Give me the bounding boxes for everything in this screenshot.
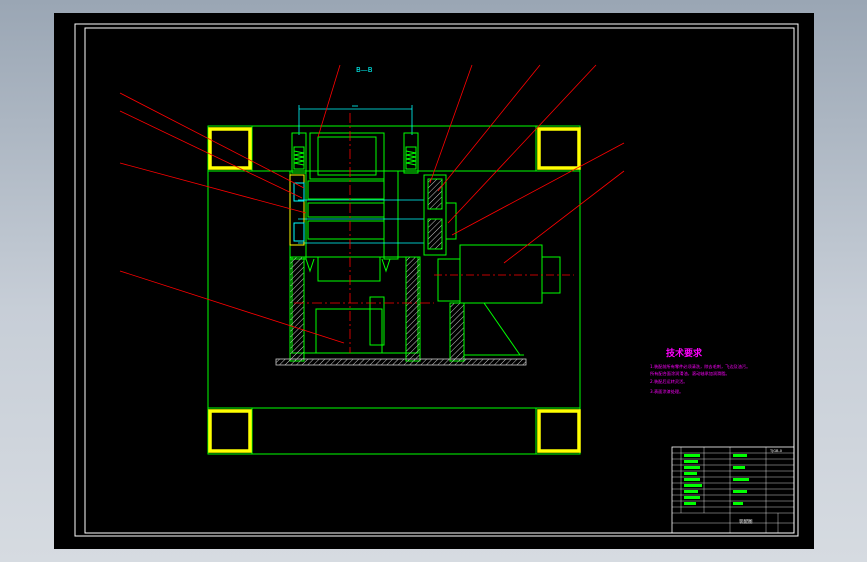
corner-pad-top-left xyxy=(208,127,252,170)
outer-frame xyxy=(74,23,799,537)
motor-assembly xyxy=(434,244,574,362)
corner-pad-bottom-left xyxy=(208,409,252,453)
corner-pad-top-right xyxy=(537,127,581,170)
left-bearing xyxy=(289,174,305,246)
roll-stand xyxy=(289,132,424,362)
inner-frame xyxy=(84,27,795,534)
assembly-name: 装配图 xyxy=(739,518,753,525)
assembly-drawing: B—B 技术要求 1.装配前所有零件必须清洗，除去毛刺，飞边及油污。 所有配合面… xyxy=(74,23,799,537)
technical-notes: 技术要求 1.装配前所有零件必须清洗，除去毛刺，飞边及油污。 所有配合面涂润滑油… xyxy=(650,347,750,395)
drive-gear xyxy=(423,174,457,256)
section-label: B—B xyxy=(356,66,373,74)
corner-pads xyxy=(208,127,581,453)
notes-title: 技术要求 xyxy=(666,347,703,359)
notes-line-4: 3.表面涂漆处理。 xyxy=(650,388,683,395)
title-block: TJGB-0 装配图 xyxy=(671,446,795,534)
corner-pad-bottom-right xyxy=(537,409,581,453)
notes-line-3: 2.装配后运转灵活。 xyxy=(650,378,688,385)
drawing-number: TJGB-0 xyxy=(769,449,783,453)
ground-base xyxy=(275,358,527,366)
top-dimension xyxy=(298,105,413,135)
notes-line-1: 1.装配前所有零件必须清洗，除去毛刺，飞边及油污。 xyxy=(650,363,750,370)
leader-lines xyxy=(119,64,625,344)
notes-line-2: 所有配合面涂润滑油，滚动轴承加润滑脂。 xyxy=(650,370,730,377)
base-frame-outline xyxy=(207,125,581,455)
drawing-sheet: B—B 技术要求 1.装配前所有零件必须清洗，除去毛刺，飞边及油污。 所有配合面… xyxy=(54,13,814,549)
